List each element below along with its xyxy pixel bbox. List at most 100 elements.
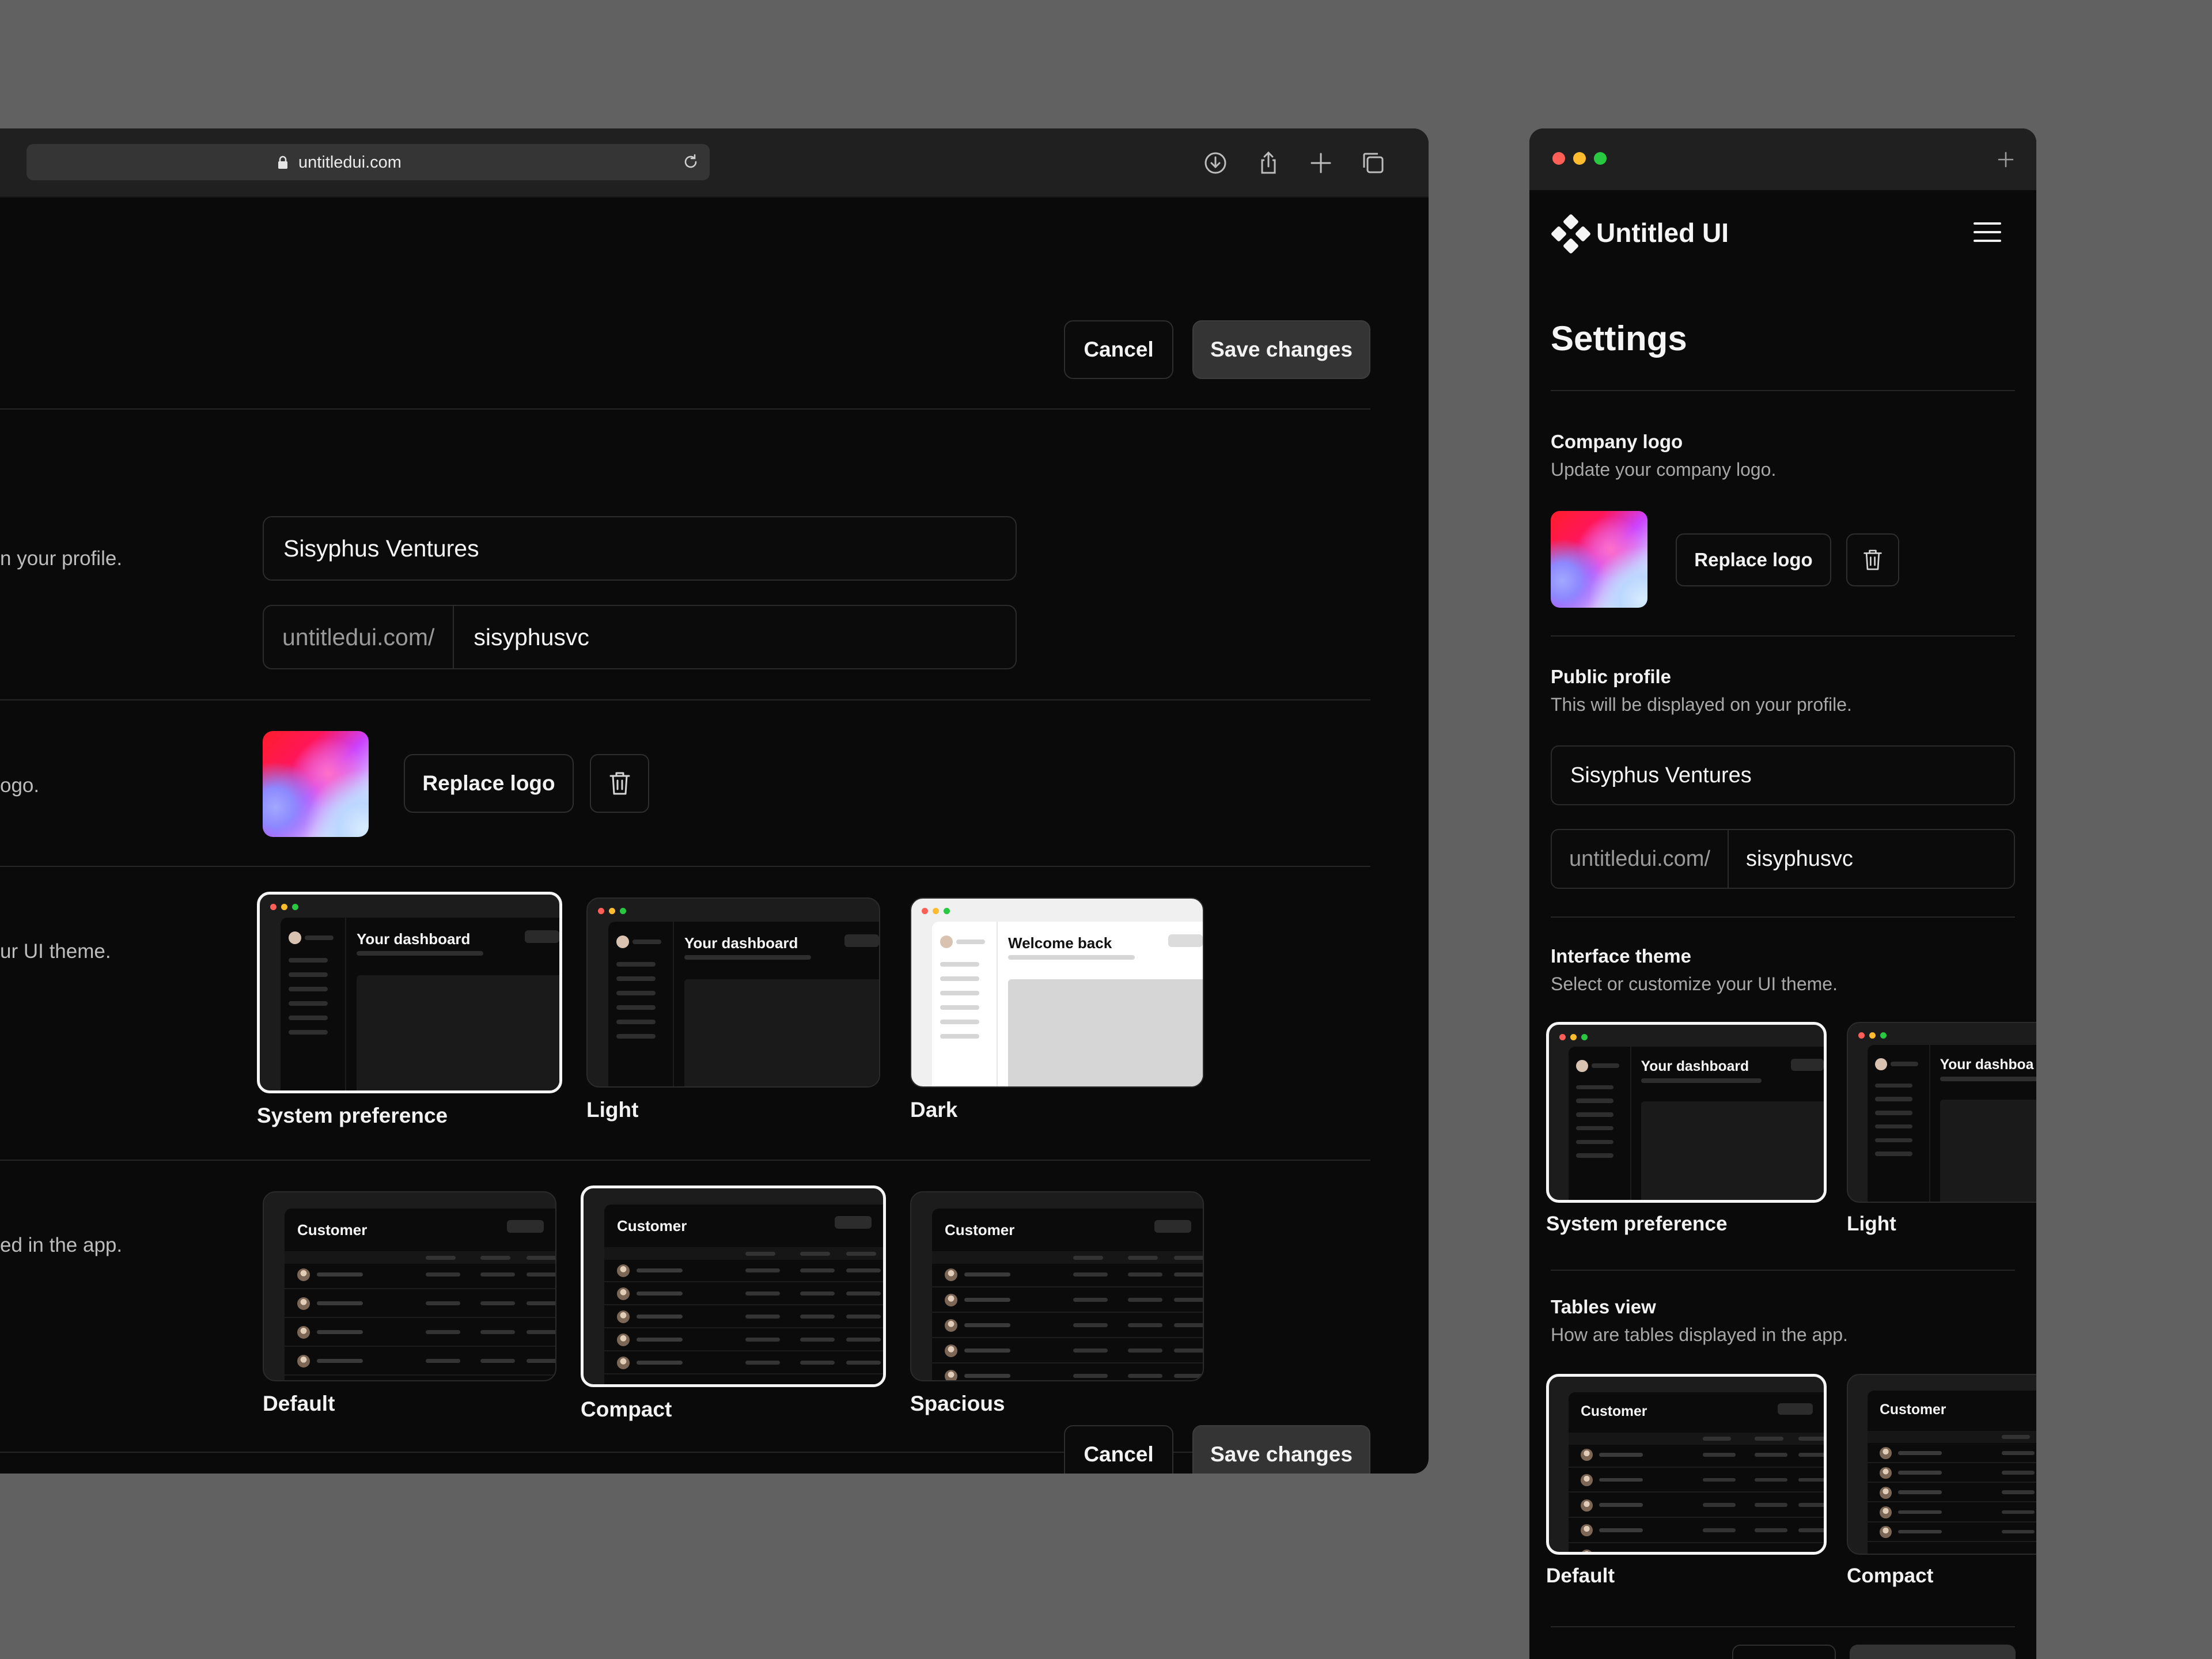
placeholder-bar (426, 1272, 460, 1277)
row-avatar (945, 1370, 957, 1380)
mobile-url-prefix: untitledui.com/ (1552, 830, 1729, 888)
row-divider (932, 1337, 1203, 1338)
placeholder-bar (1599, 1503, 1643, 1508)
mobile-save-button[interactable] (1850, 1645, 2016, 1659)
save-button-footer[interactable]: Save changes (1192, 1425, 1370, 1474)
mobile-replace-logo-button[interactable]: Replace logo (1676, 533, 1831, 586)
mini-title: Your dashboard (357, 930, 471, 948)
placeholder-bar (1755, 1478, 1788, 1482)
placeholder-bar (426, 1256, 456, 1260)
placeholder-bar (637, 1338, 683, 1342)
brand-name[interactable]: Untitled UI (1596, 217, 1729, 248)
new-tab-plus-icon[interactable] (1997, 151, 2014, 168)
mobile-company-name-input[interactable]: Sisyphus Ventures (1551, 745, 2015, 805)
placeholder-bar (1592, 1063, 1619, 1069)
mobile-cancel-button[interactable] (1732, 1645, 1836, 1659)
placeholder-bar (940, 976, 979, 981)
theme-option-system-preference[interactable]: Your dashboard (1546, 1022, 1827, 1203)
interface-theme-desc: Select or customize your UI theme. (1551, 974, 1838, 994)
theme-label: Light (586, 1098, 639, 1122)
placeholder-bar (2001, 1510, 2035, 1514)
table-option-compact[interactable]: Customer (581, 1185, 886, 1387)
mini-button (1791, 1058, 1824, 1071)
placeholder-bar (426, 1359, 460, 1363)
save-button[interactable]: Save changes (1192, 320, 1370, 379)
window-controls (1552, 152, 1607, 165)
replace-logo-button[interactable]: Replace logo (404, 754, 574, 813)
profile-url-input[interactable]: untitledui.com/ sisyphusvc (263, 605, 1017, 669)
mini-title: Customer (1880, 1402, 1946, 1418)
theme-option-system-preference[interactable]: Your dashboard (257, 892, 562, 1093)
close-control[interactable] (1552, 152, 1565, 165)
logo-description: ogo. (0, 774, 40, 797)
placeholder-bar (1940, 1077, 2036, 1081)
placeholder-bar (289, 958, 328, 963)
row-divider (604, 1373, 883, 1374)
sidebar-divider (345, 918, 346, 1090)
lock-icon (278, 156, 287, 169)
desktop-browser-window: untitledui.com Cancel Save changes n you… (0, 128, 1429, 1474)
share-icon[interactable] (1256, 150, 1281, 176)
placeholder-bar (2001, 1490, 2035, 1495)
placeholder-bar (1576, 1153, 1614, 1158)
plus-icon[interactable] (1308, 150, 1334, 176)
page-title: Settings (1551, 319, 1687, 358)
zoom-control[interactable] (1594, 152, 1607, 165)
row-avatar (617, 1287, 630, 1300)
placeholder-bar (800, 1268, 835, 1272)
row-avatar (945, 1319, 957, 1332)
address-bar[interactable]: untitledui.com (26, 144, 710, 180)
placeholder-bar (846, 1361, 881, 1365)
menu-icon[interactable] (1973, 221, 2002, 244)
reload-icon[interactable] (682, 153, 699, 171)
table-option-default[interactable]: Customer (1546, 1374, 1827, 1555)
placeholder-bar (616, 1034, 656, 1039)
divider (1551, 635, 2015, 637)
row-divider (932, 1312, 1203, 1313)
row-divider (604, 1281, 883, 1282)
placeholder-bar (289, 987, 328, 991)
divider (0, 408, 1370, 410)
table-label: Compact (581, 1397, 672, 1421)
tabs-icon[interactable] (1361, 150, 1386, 176)
avatar (940, 935, 953, 948)
placeholder-bar (616, 991, 656, 995)
mini-content (1940, 1100, 2036, 1202)
company-logo-label: Company logo (1551, 431, 1683, 452)
row-avatar (297, 1297, 310, 1310)
table-option-default[interactable]: Customer (263, 1191, 556, 1381)
placeholder-bar (305, 935, 334, 940)
mini-table: Customer (1569, 1392, 1824, 1552)
theme-option-dark[interactable]: Welcome back (910, 897, 1204, 1088)
placeholder-bar (1641, 1078, 1762, 1083)
placeholder-bar (1174, 1256, 1203, 1260)
theme-option-light[interactable]: Your dashboa (1847, 1022, 2036, 1203)
mobile-profile-url-input[interactable]: untitledui.com/ sisyphusvc (1551, 829, 2015, 889)
cancel-button[interactable]: Cancel (1064, 320, 1173, 379)
mini-window: Your dashboa (1868, 1045, 2036, 1202)
placeholder-bar (1755, 1437, 1783, 1441)
cancel-button-footer[interactable]: Cancel (1064, 1425, 1173, 1474)
placeholder-bar (1174, 1323, 1203, 1327)
download-icon[interactable] (1203, 150, 1228, 176)
divider (1551, 916, 2015, 918)
minimize-control[interactable] (1573, 152, 1586, 165)
mini-window: Your dashboard (281, 918, 559, 1090)
row-avatar (1880, 1486, 1892, 1499)
table-option-compact[interactable]: Customer (1847, 1374, 2036, 1555)
placeholder-bar (637, 1315, 683, 1319)
placeholder-bar (1073, 1323, 1108, 1327)
row-avatar (617, 1310, 630, 1323)
placeholder-bar (1073, 1349, 1108, 1353)
placeholder-bar (940, 1005, 979, 1010)
company-logo (263, 731, 369, 837)
mobile-delete-logo-button[interactable] (1846, 533, 1899, 586)
placeholder-bar (632, 940, 661, 944)
placeholder-bar (940, 1034, 979, 1039)
table-option-spacious[interactable]: Customer (910, 1191, 1204, 1381)
placeholder-bar (289, 1016, 328, 1020)
company-name-input[interactable]: Sisyphus Ventures (263, 516, 1017, 581)
delete-logo-button[interactable] (590, 754, 649, 813)
sidebar-divider (1630, 1047, 1631, 1200)
theme-option-light[interactable]: Your dashboard (586, 897, 880, 1088)
